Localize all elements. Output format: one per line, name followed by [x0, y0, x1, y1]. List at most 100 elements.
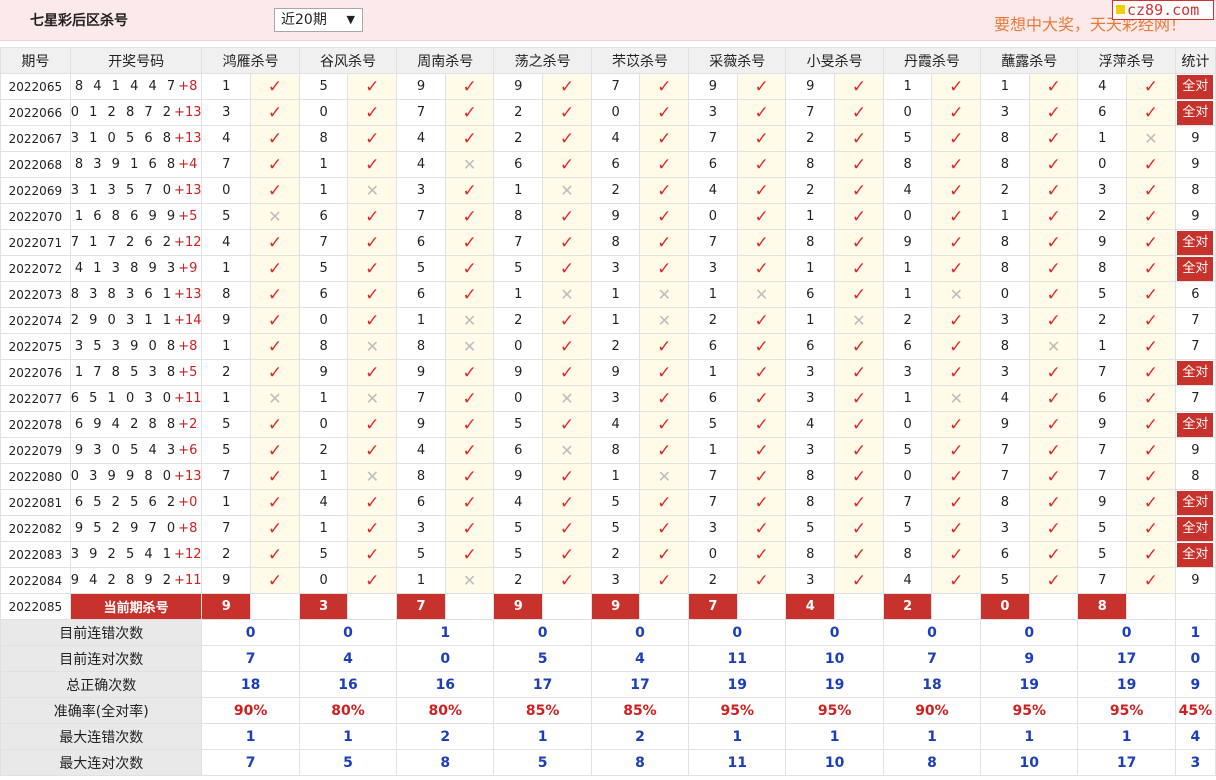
check-icon: ✓: [657, 102, 672, 123]
kill-pick-cell: 2: [1077, 307, 1128, 334]
check-icon: ✓: [1143, 102, 1159, 123]
kill-pick-cell: 8: [785, 541, 836, 568]
check-icon: ✓: [754, 440, 769, 461]
check-icon: ✓: [462, 284, 477, 305]
col-header-expert[interactable]: 采薇杀号: [688, 47, 787, 74]
kill-pick-cell: 2: [785, 125, 836, 152]
draw-numbers: 6 9 4 2 8 8: [74, 417, 179, 432]
kill-pick-cell: 7: [298, 229, 349, 256]
kill-pick-cell: 8: [590, 437, 641, 464]
check-icon: ✓: [754, 362, 769, 383]
col-header-expert[interactable]: 小旻杀号: [785, 47, 884, 74]
kill-pick-cell: 8: [882, 541, 933, 568]
result-mark-cell: ✓: [1028, 411, 1079, 438]
result-mark-cell: ✓: [444, 229, 495, 256]
period-cell: 2022065: [0, 73, 71, 100]
result-mark-cell: ✓: [1126, 515, 1176, 542]
period-cell: 2022069: [0, 177, 71, 204]
cross-icon: ✕: [268, 207, 282, 226]
draw-numbers: 6 5 2 5 6 2: [74, 495, 179, 510]
result-mark-cell: ✓: [834, 73, 884, 100]
summary-value: 8: [396, 749, 495, 776]
current-kill-number: 9: [590, 593, 641, 620]
period-range-select[interactable]: 近20期 ▼: [274, 8, 363, 32]
kill-pick-cell: 8: [980, 125, 1030, 152]
col-header-expert[interactable]: 蘸露杀号: [980, 47, 1079, 74]
result-mark-cell: ✓: [834, 203, 884, 230]
result-mark-cell: ✓: [444, 177, 495, 204]
kill-pick-cell: 5: [201, 437, 252, 464]
check-icon: ✓: [754, 232, 769, 253]
kill-pick-cell: 6: [396, 281, 446, 308]
period-cell: 2022075: [0, 333, 71, 360]
kill-pick-cell: 6: [493, 437, 544, 464]
kill-pick-cell: 6: [396, 229, 446, 256]
col-header-expert[interactable]: 鸿雁杀号: [201, 47, 300, 74]
draw-numbers: 1 7 8 5 3 8: [74, 365, 179, 380]
col-header-expert[interactable]: 周南杀号: [396, 47, 495, 74]
result-mark-cell: ✓: [1126, 385, 1176, 412]
col-header-expert[interactable]: 丹霞杀号: [882, 47, 982, 74]
col-header-draw[interactable]: 开奖号码: [69, 47, 203, 74]
check-icon: ✓: [1046, 206, 1061, 227]
col-header-stat[interactable]: 统计: [1174, 47, 1216, 74]
result-mark-cell: ✓: [347, 541, 398, 568]
check-icon: ✓: [949, 128, 964, 149]
result-mark-cell: ✓: [736, 437, 787, 464]
summary-value: 17: [493, 671, 592, 698]
col-header-expert[interactable]: 谷风杀号: [298, 47, 398, 74]
result-mark-cell: ✓: [250, 515, 300, 542]
col-header-expert[interactable]: 浮萍杀号: [1077, 47, 1176, 74]
check-icon: ✓: [657, 128, 672, 149]
check-icon: ✓: [462, 362, 477, 383]
col-header-expert[interactable]: 芣苡杀号: [590, 47, 690, 74]
col-header-period[interactable]: 期号: [0, 47, 71, 74]
summary-value: 17: [1077, 749, 1176, 776]
kill-pick-cell: 5: [882, 125, 933, 152]
draw-numbers: 8 3 8 3 6 1: [70, 287, 175, 302]
dropdown-arrow-icon: ▼: [346, 13, 355, 26]
kill-pick-cell: 8: [980, 489, 1030, 516]
result-mark-cell: ✓: [1028, 73, 1079, 100]
check-icon: ✓: [657, 76, 672, 97]
result-mark-cell: ✓: [834, 463, 884, 490]
kill-pick-cell: 4: [493, 489, 544, 516]
kill-pick-cell: 1: [785, 307, 836, 334]
kill-pick-cell: 0: [493, 333, 544, 360]
kill-pick-cell: 1: [1077, 125, 1128, 152]
summary-label: 总正确次数: [0, 671, 203, 698]
col-header-expert[interactable]: 荡之杀号: [493, 47, 592, 74]
kill-pick-cell: 8: [1077, 255, 1128, 282]
result-mark-cell: ✓: [736, 307, 787, 334]
kill-pick-cell: 2: [201, 541, 252, 568]
kill-pick-cell: 3: [785, 437, 836, 464]
kill-pick-cell: 7: [688, 463, 738, 490]
check-icon: ✓: [462, 544, 477, 565]
result-mark-cell: ✓: [542, 151, 592, 178]
kill-pick-cell: 5: [298, 255, 349, 282]
check-icon: ✓: [754, 570, 769, 591]
summary-row: 目前连错次数 0 0 1 0 0 0 0 0 0 0 1: [0, 619, 1216, 646]
summary-value: 0: [590, 619, 690, 646]
summary-value: 7: [201, 749, 300, 776]
check-icon: ✓: [657, 440, 672, 461]
draw-numbers: 6 5 1 0 3 0: [70, 391, 175, 406]
table-row: 2022081 6 5 2 5 6 2+0 1 ✓ 4 ✓ 6 ✓ 4 ✓ 5 ✓ 7 ✓ 8 ✓ 7 ✓ 8 ✓ 9 ✓…: [0, 489, 1216, 516]
check-icon: ✓: [365, 258, 380, 279]
stat-cell: 全对: [1174, 99, 1216, 126]
site-logo[interactable]: cz89.com: [1112, 0, 1214, 20]
check-icon: ✓: [559, 206, 575, 227]
check-icon: ✓: [559, 258, 575, 279]
result-mark-cell: ✓: [1126, 541, 1176, 568]
result-mark-cell: ✕: [1028, 333, 1079, 360]
kill-pick-cell: 7: [688, 489, 738, 516]
kill-pick-cell: 9: [1077, 411, 1128, 438]
summary-label: 最大连对次数: [0, 749, 203, 776]
check-icon: ✓: [754, 388, 769, 409]
result-mark-cell: ✓: [1028, 255, 1079, 282]
check-icon: ✓: [462, 180, 477, 201]
check-icon: ✓: [559, 518, 575, 539]
check-icon: ✓: [267, 492, 283, 513]
check-icon: ✓: [657, 206, 672, 227]
kill-pick-cell: 8: [980, 229, 1030, 256]
